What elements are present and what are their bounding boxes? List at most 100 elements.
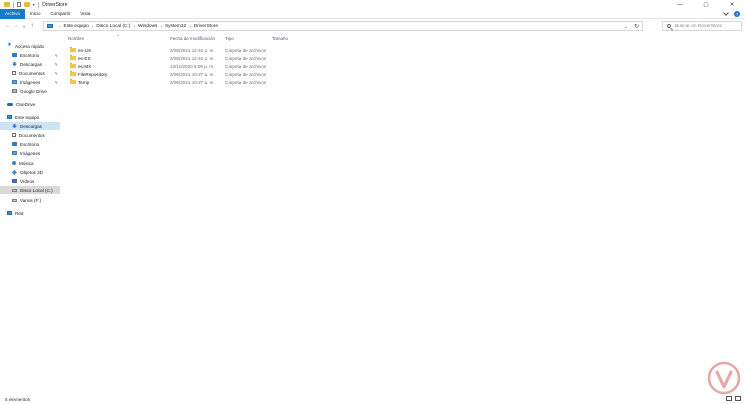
breadcrumb-este-equipo[interactable]: Este equipo [64,24,89,29]
recent-locations-icon[interactable]: ▾ [20,24,28,29]
pin-icon[interactable]: ✎ [55,62,58,67]
chevron-right-icon[interactable]: › [160,24,162,29]
forward-button[interactable]: → [12,23,20,29]
nav-item-pc-documentos[interactable]: Documentos [0,131,60,139]
divider [37,1,39,8]
nav-item-pc-imagenes[interactable]: Imágenes [0,149,60,157]
file-type: Carpeta de archivos [225,63,267,69]
nav-label: Imágenes [20,79,41,85]
table-row[interactable]: en-US 3/05/2021 12:40 p. m. Carpeta de a… [62,46,745,54]
pin-icon[interactable]: ✎ [55,80,58,85]
nav-item-pc-disco-local[interactable]: Disco Local (C:) [0,186,60,194]
back-button[interactable]: ← [4,23,12,29]
nav-item-pc-escritorio[interactable]: Escritorio [0,140,60,148]
nav-quick-access[interactable]: ★ Acceso rápido [0,42,60,50]
nav-network[interactable]: Red [0,209,60,217]
folder-icon [70,54,76,60]
window-title: DriverStore [42,1,68,8]
watermark-logo [707,361,741,395]
address-bar[interactable]: › Este equipo › Disco Local (C:) › Windo… [43,21,643,31]
nav-label: Acceso rápido [15,43,45,49]
tab-archivo[interactable]: Archivo [0,8,26,19]
address-dropdown-icon[interactable]: ⌄ [624,24,628,30]
column-header-name[interactable]: Nombre [68,36,84,42]
drive-icon [12,88,17,94]
tab-vista[interactable]: Vista [75,9,95,19]
close-button[interactable]: ✕ [719,0,745,9]
table-row[interactable]: es-ES 3/05/2021 12:40 p. m. Carpeta de a… [62,54,745,62]
folder-icon [4,2,10,7]
table-row[interactable]: FileRepository 3/06/2021 10:27 a. m. Car… [62,70,745,78]
nav-item-pc-videos[interactable]: Vídeos [0,177,60,185]
table-row[interactable]: Temp 3/06/2021 10:27 a. m. Carpeta de ar… [62,78,745,86]
search-icon [667,24,671,28]
sort-up-icon: ^ [117,33,119,38]
large-icons-view-icon[interactable] [735,396,741,401]
folder-icon [70,70,76,76]
expand-ribbon-icon[interactable] [723,10,729,16]
nav-label: Red [15,210,24,216]
desktop-icon [12,52,17,58]
nav-item-escritorio[interactable]: Escritorio ✎ [0,51,60,59]
pin-icon[interactable]: ✎ [55,71,58,76]
maximize-button[interactable]: ▢ [693,0,719,9]
tab-compartir[interactable]: Compartir [46,9,76,19]
details-view-icon[interactable] [726,396,732,401]
music-icon [12,161,16,165]
chevron-right-icon[interactable]: › [59,24,61,29]
column-header-type[interactable]: Tipo [225,36,234,42]
nav-item-pc-descargas[interactable]: Descargas [0,122,60,130]
breadcrumb-driverstore[interactable]: DriverStore [194,24,218,29]
tab-inicio[interactable]: Inicio [25,9,46,19]
nav-item-descargas[interactable]: Descargas ✎ [0,60,60,68]
nav-onedrive[interactable]: OneDrive [0,100,60,108]
refresh-icon[interactable]: ↻ [634,23,639,30]
desktop-icon [12,141,17,147]
chevron-right-icon[interactable]: › [133,24,135,29]
nav-item-imagenes[interactable]: Imágenes ✎ [0,78,60,86]
download-icon [12,61,17,67]
file-name: es-MX [78,63,92,69]
nav-item-pc-objetos-3d[interactable]: Objetos 3D [0,168,60,176]
cube-icon [11,169,18,175]
ribbon-tabs: Archivo Inicio Compartir Vista ? [0,8,745,19]
document-icon [12,70,16,76]
breadcrumb-disco-local[interactable]: Disco Local (C:) [96,24,130,29]
navigation-pane: ★ Acceso rápido Escritorio ✎ Descargas ✎… [0,36,62,394]
breadcrumb-windows[interactable]: Windows [138,24,157,29]
item-count: 5 elementos [5,396,31,402]
help-icon[interactable]: ? [734,11,740,17]
nav-item-google-drive[interactable]: Google Drive [0,87,60,95]
minimize-button[interactable]: — [667,0,693,9]
nav-this-pc[interactable]: Este equipo [0,113,60,121]
this-pc-icon [47,24,53,28]
nav-label: Imágenes [20,150,41,156]
column-header-modified[interactable]: Fecha de modificación [170,36,215,42]
search-input[interactable]: Buscar en DriverStore [662,21,742,31]
breadcrumb-system32[interactable]: System32 [165,24,186,29]
column-header-size[interactable]: Tamaño [272,36,288,42]
table-row[interactable]: es-MX 13/11/2020 5:09 p. m. Carpeta de a… [62,62,745,70]
new-folder-icon[interactable] [23,2,30,7]
chevron-right-icon[interactable]: › [189,24,191,29]
folder-icon [70,46,76,52]
nav-label: Escritorio [20,141,40,147]
chevron-right-icon[interactable]: › [92,24,94,29]
pin-icon[interactable]: ✎ [55,53,58,58]
video-icon [12,178,17,184]
nav-item-documentos[interactable]: Documentos ✎ [0,69,60,77]
nav-label: Disco Local (C:) [20,187,53,193]
up-button[interactable]: ↑ [28,23,36,29]
nav-item-pc-varios[interactable]: Varios (F:) [0,196,60,204]
file-type: Carpeta de archivos [225,47,267,53]
status-bar: 5 elementos [0,394,745,404]
properties-icon[interactable] [16,2,21,7]
nav-label: OneDrive [16,101,36,107]
nav-item-pc-musica[interactable]: Música [0,159,60,167]
document-icon [12,132,16,138]
download-icon [12,123,17,129]
file-list: ^ Nombre Fecha de modificación Tipo Tama… [62,33,745,394]
file-modified: 3/05/2021 12:40 p. m. [170,47,215,53]
file-type: Carpeta de archivos [225,55,267,61]
customize-toolbar-icon[interactable]: ▾ [33,2,35,7]
